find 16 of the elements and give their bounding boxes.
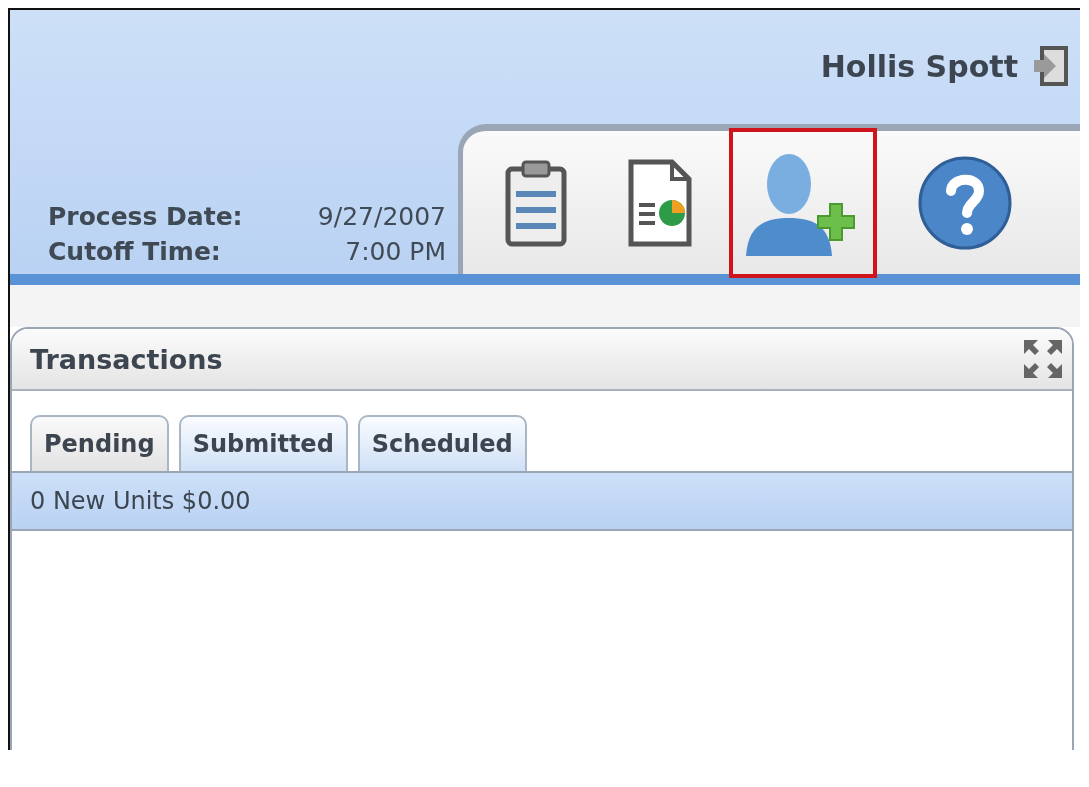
logout-icon[interactable] bbox=[1032, 46, 1068, 86]
tab[interactable]: Scheduled bbox=[357, 415, 527, 471]
process-date-label: Process Date: bbox=[48, 202, 243, 231]
tab[interactable]: Pending bbox=[30, 415, 169, 471]
summary-bar: 0 New Units $0.00 bbox=[12, 473, 1072, 531]
cutoff-time-label: Cutoff Time: bbox=[48, 237, 222, 266]
toolbar-button[interactable] bbox=[729, 128, 877, 278]
report-icon bbox=[628, 159, 692, 247]
maximize-icon[interactable] bbox=[1024, 340, 1062, 378]
clipboard-icon bbox=[505, 159, 567, 247]
panel-title: Transactions bbox=[30, 343, 223, 375]
process-date-value: 9/27/2007 bbox=[316, 202, 446, 231]
help-icon bbox=[917, 155, 1013, 251]
tab[interactable]: Submitted bbox=[178, 415, 348, 471]
cutoff-time-value: 7:00 PM bbox=[344, 237, 446, 266]
user-name: Hollis Spott bbox=[820, 48, 1018, 84]
